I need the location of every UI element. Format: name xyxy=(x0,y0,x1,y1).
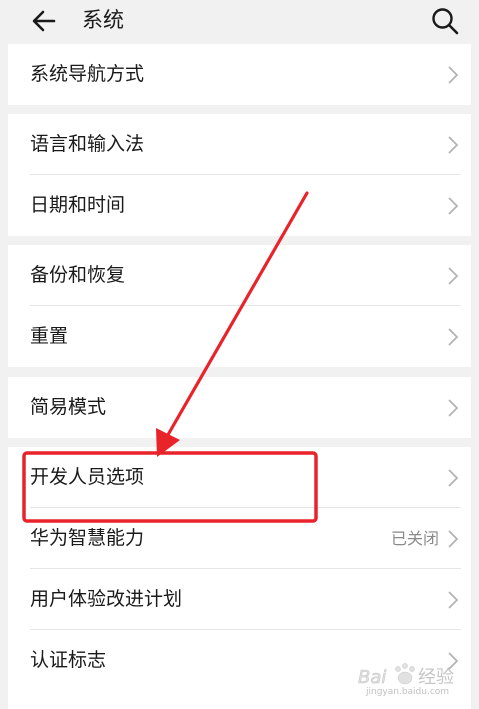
row-label: 认证标志 xyxy=(30,649,107,671)
row-date-time[interactable]: 日期和时间 xyxy=(8,175,471,236)
baidu-jingyan-watermark: Bai 经验 jingyan.baidu.com xyxy=(358,655,470,701)
row-user-experience[interactable]: 用户体验改进计划 xyxy=(8,569,471,630)
svg-text:Bai: Bai xyxy=(358,667,386,688)
chevron-right-icon xyxy=(448,66,459,84)
row-label: 简易模式 xyxy=(30,396,107,418)
settings-group-backup-reset: 备份和恢复 重置 xyxy=(8,245,471,367)
row-label: 系统导航方式 xyxy=(30,63,145,85)
chevron-right-icon xyxy=(448,267,459,285)
watermark-url: jingyan.baidu.com xyxy=(366,687,450,697)
settings-group-language-time: 语言和输入法 日期和时间 xyxy=(8,114,471,236)
status-value: 已关闭 xyxy=(390,529,439,548)
chevron-right-icon xyxy=(448,591,459,609)
chevron-right-icon xyxy=(448,530,459,548)
row-developer-options[interactable]: 开发人员选项 xyxy=(8,447,471,508)
row-label: 日期和时间 xyxy=(30,194,126,216)
chevron-right-icon xyxy=(448,469,459,487)
settings-group-simple-mode: 简易模式 xyxy=(8,377,471,438)
chevron-right-icon xyxy=(448,328,459,346)
row-backup-restore[interactable]: 备份和恢复 xyxy=(8,245,471,306)
search-icon[interactable] xyxy=(430,6,460,36)
row-label: 华为智慧能力 xyxy=(30,527,145,549)
chevron-right-icon xyxy=(448,197,459,215)
row-reset[interactable]: 重置 xyxy=(8,306,471,367)
watermark-text: 经验 xyxy=(418,667,454,688)
settings-group-navigation: 系统导航方式 xyxy=(8,44,471,105)
page-title: 系统 xyxy=(82,8,124,32)
back-arrow-icon[interactable] xyxy=(30,6,60,36)
row-label: 重置 xyxy=(30,325,69,347)
row-label: 备份和恢复 xyxy=(30,264,126,286)
row-label: 用户体验改进计划 xyxy=(30,588,183,610)
row-label: 开发人员选项 xyxy=(30,466,145,488)
row-system-navigation[interactable]: 系统导航方式 xyxy=(8,44,471,105)
chevron-right-icon xyxy=(448,136,459,154)
row-simple-mode[interactable]: 简易模式 xyxy=(8,377,471,438)
app-header: 系统 xyxy=(0,0,479,44)
row-label: 语言和输入法 xyxy=(30,133,145,155)
row-huawei-intelligence[interactable]: 华为智慧能力 已关闭 xyxy=(8,508,471,569)
row-language-input[interactable]: 语言和输入法 xyxy=(8,114,471,175)
chevron-right-icon xyxy=(448,399,459,417)
